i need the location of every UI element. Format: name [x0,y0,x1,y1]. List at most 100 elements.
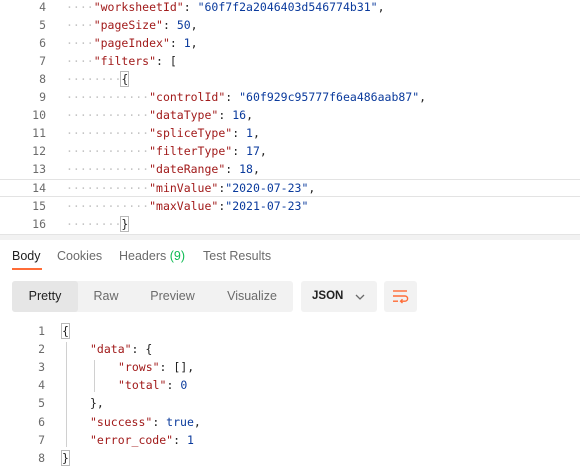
code-text: ····"pageSize": 50, [66,16,198,34]
code-text: ············"minValue":"2020-07-23", [66,180,315,196]
request-code-line[interactable]: 6 ····"pageIndex": 1, [0,34,580,52]
tab-test-results[interactable]: Test Results [203,249,271,263]
json-punctuation: : [232,144,247,159]
view-mode-selector: Pretty Raw Preview Visualize [12,281,293,312]
line-number: 9 [39,90,46,105]
tab-headers[interactable]: Headers (9) [119,249,185,263]
json-key: "filterType" [149,144,233,159]
json-key: "filters" [93,54,157,69]
json-value: true [166,414,194,429]
json-punctuation: } [61,449,70,466]
json-key: "worksheetId" [93,0,184,14]
line-number: 10 [32,108,46,123]
whitespace-marker: ············ [66,198,150,213]
json-punctuation: }, [90,396,104,411]
line-number: 4 [38,378,45,393]
view-visualize-button[interactable]: Visualize [211,281,293,312]
whitespace-marker: ···· [66,0,94,14]
json-key: "maxValue" [149,198,219,213]
request-code-line[interactable]: 14 ············"minValue":"2020-07-23", [0,178,580,197]
json-punctuation: { [120,71,130,88]
line-number: 12 [32,144,46,159]
json-key: "error_code" [90,432,174,447]
json-punctuation: , [308,180,316,195]
json-punctuation: , [190,18,198,33]
json-key: "pageIndex" [93,36,170,51]
request-body-editor[interactable]: 4 ····"worksheetId": "60f7f2a2046403d5467… [0,0,580,234]
code-text: } [61,449,70,467]
indent-guide [66,342,67,447]
code-text: ········{ [66,70,130,88]
view-pretty-button[interactable]: Pretty [12,281,78,312]
json-value: 1 [183,36,191,51]
json-key: "controlId" [149,90,226,105]
json-value: 17 [246,144,260,159]
code-text: ············"spliceType": 1, [66,124,260,142]
whitespace-marker: ···· [66,54,94,69]
json-punctuation: : [166,378,181,393]
response-body-viewer[interactable]: 1{2 "data": {3 "rows": [], 4 "total": 0 5}, 6 "… [0,322,580,476]
json-punctuation: , [419,90,427,105]
request-code-line[interactable]: 15 ············"maxValue":"2021-07-23" [0,197,580,215]
json-key: "dateRange" [149,162,226,177]
response-code-line: 2 "data": { [0,340,580,358]
request-code-line[interactable]: 7 ····"filters": [ [0,52,580,70]
line-number: 14 [32,180,46,195]
headers-count-badge: (9) [169,249,186,263]
request-code-line[interactable]: 4 ····"worksheetId": "60f7f2a2046403d5467… [0,0,580,16]
request-code-line[interactable]: 13 ············"dateRange": 18, [0,160,580,178]
json-punctuation: : [225,90,240,105]
json-value: 1 [246,126,253,141]
code-text: ············"dataType": 16, [66,106,253,124]
view-preview-button[interactable]: Preview [134,281,211,312]
response-format-dropdown[interactable]: JSON [301,281,377,312]
whitespace-marker: ············ [66,162,150,177]
response-tabs: Body Cookies Headers (9) Test Results [0,240,580,272]
json-punctuation: : [225,162,240,177]
request-code-line[interactable]: 12 ············"filterType": 17, [0,142,580,160]
code-text: ············"dateRange": 18, [66,160,260,178]
json-key: "spliceType" [149,126,233,141]
code-text: ············"maxValue":"2021-07-23" [66,197,308,215]
whitespace-marker: ···· [66,18,94,33]
code-text: ············"filterType": 17, [66,142,267,160]
wrap-lines-button[interactable] [384,281,417,312]
tab-body[interactable]: Body [12,249,41,263]
request-code-line[interactable]: 9 ············"controlId": "60f929c95777f… [0,88,580,106]
json-punctuation: } [120,215,130,232]
code-text: ········} [66,215,130,233]
line-number: 8 [38,450,45,465]
line-number: 1 [38,324,45,338]
json-punctuation: { [61,323,70,339]
tab-cookies[interactable]: Cookies [57,249,102,263]
line-number: 6 [38,414,45,429]
json-punctuation: : { [131,342,153,357]
view-raw-button[interactable]: Raw [78,281,134,312]
request-code-line[interactable]: 11 ············"spliceType": 1, [0,124,580,142]
code-text: "success": true, [90,413,201,431]
line-number: 5 [39,18,46,33]
response-code-line: 3 "rows": [], [0,358,580,376]
response-code-line: 4 "total": 0 [0,376,580,394]
json-value: 50 [176,18,191,33]
json-punctuation: : [183,0,198,14]
response-code-line: 8} [0,449,580,467]
json-value: "2020-07-23" [225,180,309,195]
line-number: 3 [38,360,45,375]
whitespace-marker: ············ [66,90,150,105]
code-text: ····"pageIndex": 1, [66,34,198,52]
code-text: "total": 0 [118,376,187,394]
whitespace-marker: ············ [66,180,150,195]
json-value: 0 [180,378,188,393]
request-code-line[interactable]: 5 ····"pageSize": 50, [0,16,580,34]
code-text: ····"worksheetId": "60f7f2a2046403d54677… [66,0,385,16]
json-key: "minValue" [149,180,219,195]
json-key: "pageSize" [93,18,163,33]
json-value: 16 [232,108,247,123]
json-punctuation: : [], [159,360,195,375]
wrap-lines-icon [393,290,409,304]
request-code-line[interactable]: 10 ············"dataType": 16, [0,106,580,124]
json-punctuation: : [162,18,177,33]
request-code-line[interactable]: 8 ········{ [0,70,580,88]
request-code-line[interactable]: 16 ········} [0,215,580,233]
